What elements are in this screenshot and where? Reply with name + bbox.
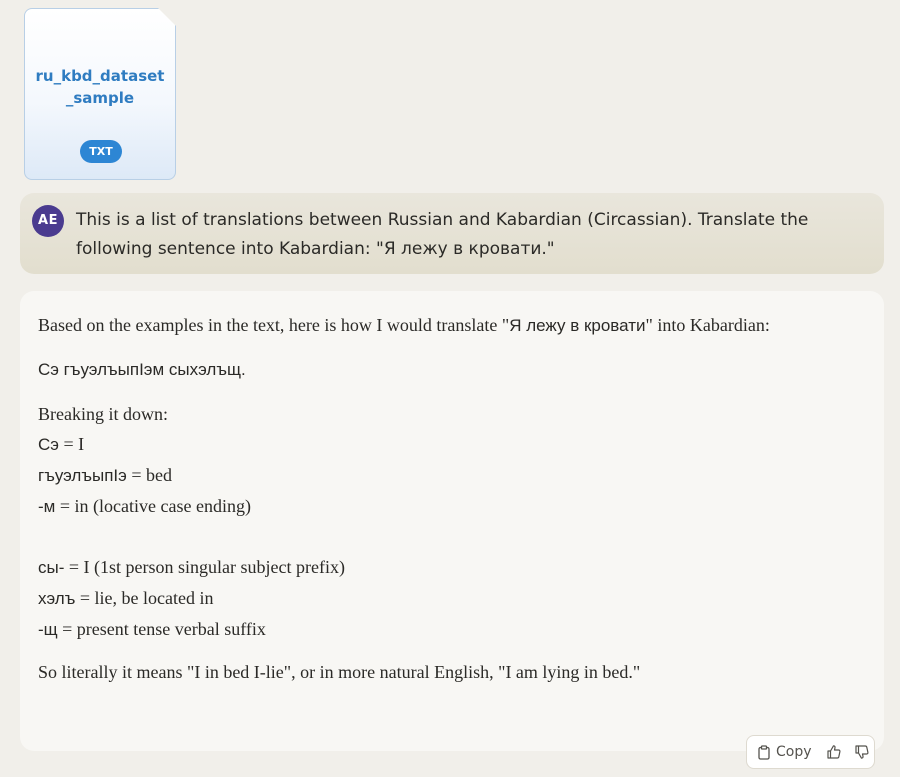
breakdown-meaning: = I — [58, 434, 85, 454]
assistant-intro: Based on the examples in the text, here … — [38, 310, 866, 341]
breakdown-line: хэлъ = lie, be located in — [38, 583, 866, 614]
thumbs-down-button[interactable] — [854, 744, 870, 760]
breakdown-line: -м = in (locative case ending) — [38, 491, 866, 522]
page-fold-corner — [158, 8, 176, 26]
attachment-card[interactable]: ru_kbd_dataset_sample TXT — [24, 8, 176, 180]
assistant-message: Based on the examples in the text, here … — [20, 291, 884, 751]
breakdown-meaning: = present tense verbal suffix — [57, 619, 266, 639]
breakdown-term: Сэ — [38, 435, 59, 454]
thumbs-down-icon — [854, 744, 870, 760]
thumbs-up-button[interactable] — [826, 744, 842, 760]
user-message-text: This is a list of translations between R… — [76, 210, 809, 259]
breakdown-term: -м — [38, 497, 56, 516]
breakdown-meaning: = I (1st person singular subject prefix) — [64, 557, 345, 577]
breakdown-line: гъуэлъыпIэ = bed — [38, 460, 866, 491]
breakdown-meaning: = bed — [126, 465, 172, 485]
intro-text-end: " into Kabardian: — [645, 315, 770, 335]
breakdown-heading: Breaking it down: — [38, 404, 168, 424]
intro-russian-phrase: Я лежу в кровати — [509, 316, 646, 335]
clipboard-icon — [757, 744, 771, 760]
breakdown-line: сы- = I (1st person singular subject pre… — [38, 552, 866, 583]
assistant-conclusion: So literally it means "I in bed I-lie", … — [38, 662, 641, 682]
message-actions: Copy — [746, 735, 875, 769]
copy-button[interactable]: Copy — [757, 744, 812, 760]
breakdown-meaning: = lie, be located in — [75, 588, 214, 608]
breakdown-term: гъуэлъыпIэ — [38, 466, 127, 485]
breakdown-line: Сэ = I — [38, 429, 866, 460]
intro-text-start: Based on the examples in the text, here … — [38, 315, 510, 335]
user-message: AE This is a list of translations betwee… — [20, 193, 884, 274]
attachment-file-name: ru_kbd_dataset_sample — [35, 67, 165, 107]
translation-result: Сэ гъуэлъыпIэм сыхэлъщ. — [38, 360, 246, 379]
attachment-type-badge: TXT — [80, 140, 122, 163]
breakdown-term: сы- — [38, 558, 65, 577]
breakdown-line: -щ = present tense verbal suffix — [38, 614, 866, 645]
copy-label: Copy — [776, 744, 812, 760]
breakdown-term: -щ — [38, 620, 58, 639]
breakdown-term: хэлъ — [38, 589, 76, 608]
user-avatar: AE — [32, 205, 64, 237]
thumbs-up-icon — [826, 744, 842, 760]
breakdown-meaning: = in (locative case ending) — [55, 496, 251, 516]
